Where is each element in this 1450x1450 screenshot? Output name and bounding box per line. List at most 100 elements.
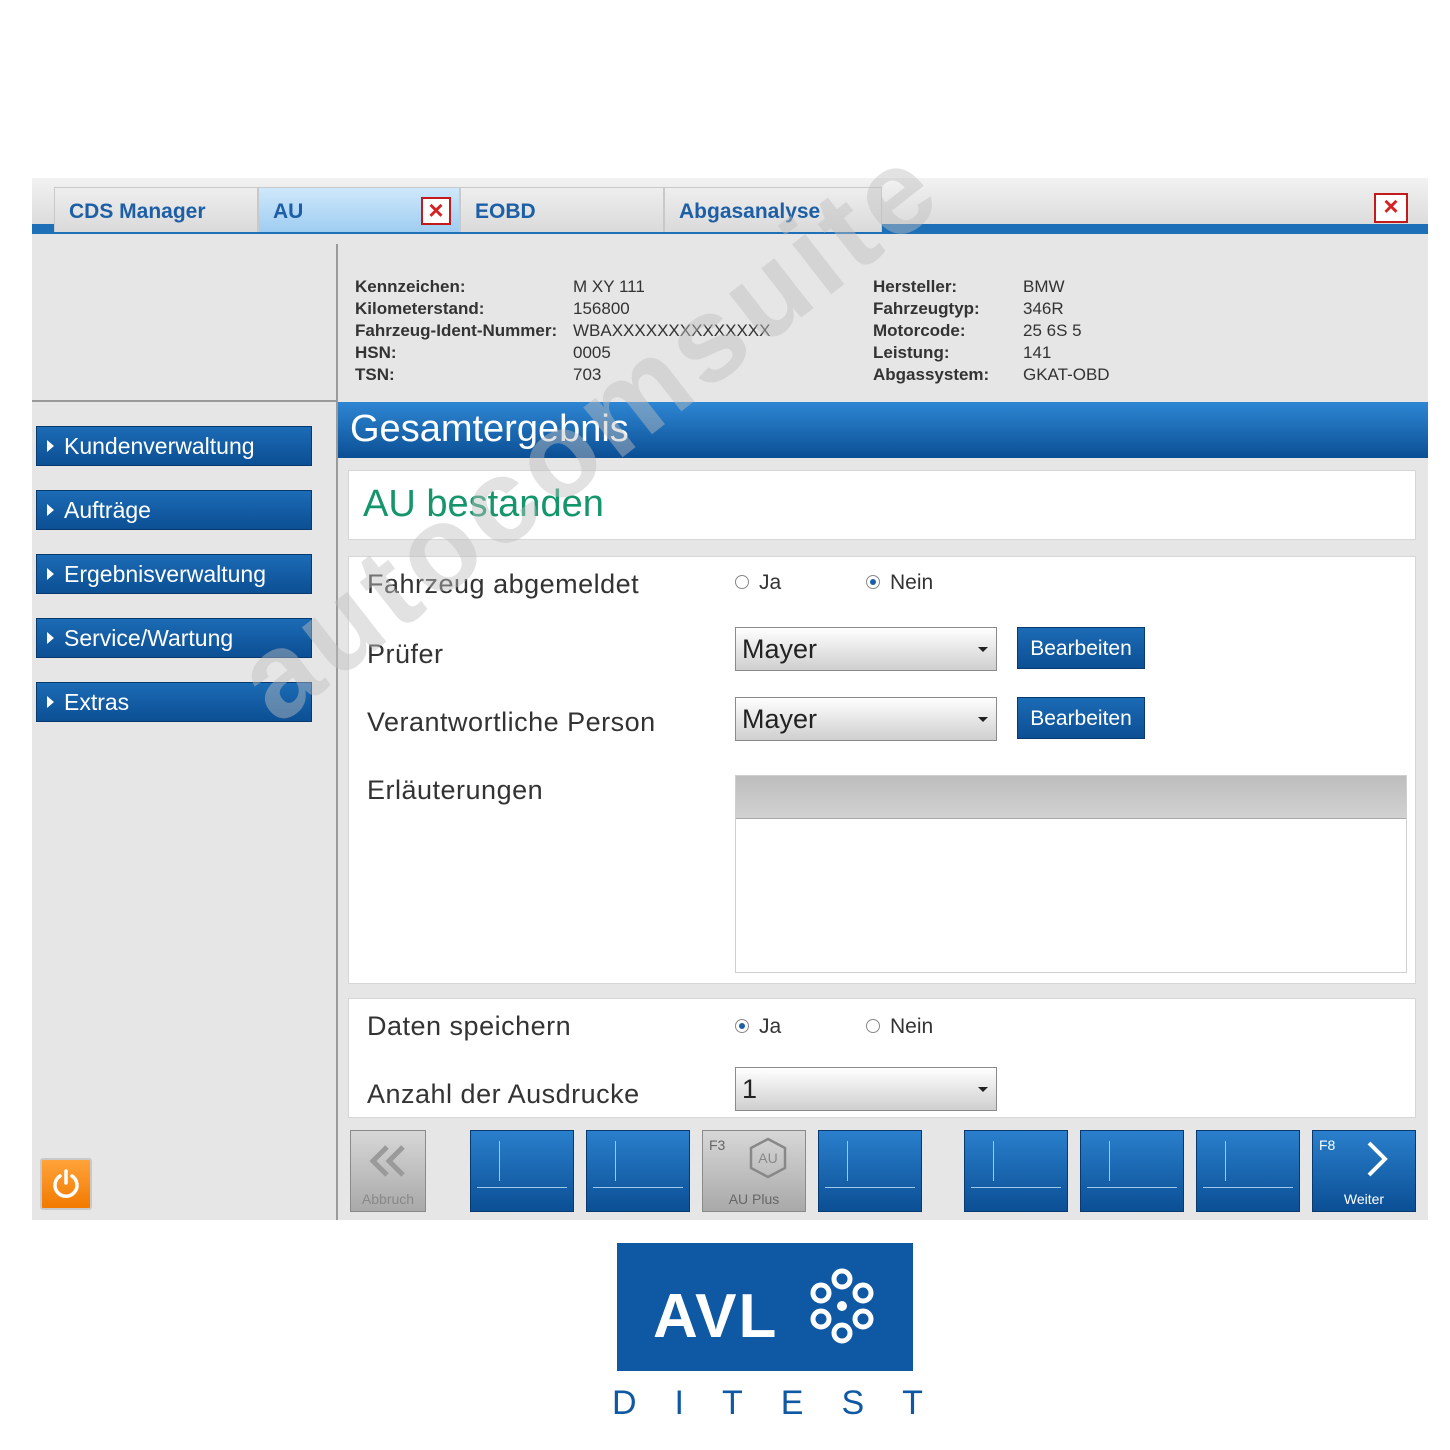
- form-panel: Fahrzeug abgemeldet Ja Nein Prüfer Mayer…: [348, 556, 1416, 984]
- fkey-button-6[interactable]: [1080, 1130, 1184, 1212]
- fkey-label-f3: F3: [709, 1137, 726, 1153]
- value-fahrzeugtyp: 346R: [1023, 299, 1064, 318]
- tab-abgasanalyse[interactable]: Abgasanalyse: [664, 187, 882, 232]
- radio-speichern-ja[interactable]: Ja: [735, 1015, 781, 1039]
- fkey-divider: [477, 1187, 567, 1188]
- au-plus-label: AU Plus: [728, 1191, 780, 1207]
- logo-emblem-icon: [810, 1268, 874, 1344]
- value-kilometerstand: 156800: [573, 299, 630, 318]
- label-motorcode: Motorcode:: [873, 321, 966, 340]
- vehicle-info-right-values: BMW 346R 25 6S 5 141 GKAT-OBD: [1023, 276, 1110, 386]
- select-value: Mayer: [742, 704, 818, 734]
- fkey-divider: [593, 1187, 683, 1188]
- radio-abgemeldet-nein[interactable]: Nein: [866, 571, 933, 595]
- chevron-down-icon: [978, 717, 988, 722]
- sidebar-item-label: Aufträge: [64, 497, 151, 523]
- save-panel: Daten speichern Ja Nein Anzahl der Ausdr…: [348, 998, 1416, 1118]
- erlaeuterungen-textarea[interactable]: [735, 775, 1407, 973]
- au-icon-text: AU: [758, 1150, 777, 1166]
- logo-tagline: DITEST: [612, 1384, 961, 1422]
- triangle-right-icon: [47, 696, 54, 708]
- sidebar-divider: [336, 244, 338, 1220]
- value-hsn: 0005: [573, 343, 611, 362]
- triangle-right-icon: [47, 440, 54, 452]
- label-kilometerstand: Kilometerstand:: [355, 299, 485, 318]
- fkey-button-4[interactable]: [818, 1130, 922, 1212]
- pruefer-edit-button[interactable]: Bearbeiten: [1017, 627, 1145, 669]
- fkey-divider: [499, 1141, 500, 1181]
- fkey-divider: [971, 1187, 1061, 1188]
- radio-off-icon: [866, 1019, 880, 1033]
- sidebar-item-auftraege[interactable]: Aufträge: [36, 490, 312, 530]
- close-tab-icon[interactable]: ×: [421, 197, 451, 225]
- sidebar-item-extras[interactable]: Extras: [36, 682, 312, 722]
- avl-logo: AVL: [617, 1243, 913, 1371]
- select-value: Mayer: [742, 634, 818, 664]
- label-tsn: TSN:: [355, 365, 395, 384]
- tab-label: EOBD: [475, 200, 536, 223]
- fkey-button-1[interactable]: [470, 1130, 574, 1212]
- sidebar-top-divider: [32, 400, 336, 402]
- sidebar-item-service-wartung[interactable]: Service/Wartung: [36, 618, 312, 658]
- chevron-down-icon: [978, 1087, 988, 1092]
- verantwortlich-select[interactable]: Mayer: [735, 697, 997, 741]
- label-daten-speichern: Daten speichern: [367, 1011, 572, 1041]
- power-button[interactable]: [40, 1158, 92, 1210]
- triangle-right-icon: [47, 504, 54, 516]
- vehicle-info-left-labels: Kennzeichen: Kilometerstand: Fahrzeug-Id…: [355, 276, 557, 386]
- label-hsn: HSN:: [355, 343, 397, 362]
- tab-cds-manager[interactable]: CDS Manager: [54, 187, 258, 232]
- label-abgassystem: Abgassystem:: [873, 365, 990, 384]
- select-value: 1: [742, 1074, 758, 1104]
- value-kennzeichen: M XY 111: [573, 277, 645, 296]
- ausdrucke-select[interactable]: 1: [735, 1067, 997, 1111]
- radio-off-icon: [735, 575, 749, 589]
- value-abgassystem: GKAT-OBD: [1023, 365, 1110, 384]
- power-icon: [53, 1169, 79, 1198]
- sidebar-item-kundenverwaltung[interactable]: Kundenverwaltung: [36, 426, 312, 466]
- label-hersteller: Hersteller:: [873, 277, 958, 296]
- radio-label: Ja: [759, 1015, 782, 1038]
- radio-abgemeldet-ja[interactable]: Ja: [735, 571, 781, 595]
- triangle-right-icon: [47, 632, 54, 644]
- tab-bar: CDS Manager AU × EOBD Abgasanalyse ×: [32, 178, 1428, 234]
- sidebar-item-label: Kundenverwaltung: [64, 433, 255, 459]
- sidebar-item-ergebnisverwaltung[interactable]: Ergebnisverwaltung: [36, 554, 312, 594]
- vehicle-info-right-labels: Hersteller: Fahrzeugtyp: Motorcode: Leis…: [873, 276, 989, 386]
- close-window-icon[interactable]: ×: [1374, 193, 1408, 223]
- page-title: Gesamtergebnis: [338, 402, 1428, 458]
- tab-eobd[interactable]: EOBD: [460, 187, 664, 232]
- pruefer-select[interactable]: Mayer: [735, 627, 997, 671]
- weiter-button[interactable]: F8 Weiter: [1312, 1130, 1416, 1212]
- fkey-divider: [1225, 1141, 1226, 1181]
- radio-label: Nein: [890, 1015, 934, 1038]
- au-hexagon-icon: AU: [749, 1137, 787, 1179]
- fkey-divider: [1087, 1187, 1177, 1188]
- label-pruefer: Prüfer: [367, 639, 444, 669]
- tab-label: AU: [273, 200, 304, 223]
- sidebar-item-label: Service/Wartung: [64, 625, 234, 651]
- fkey-label-f8: F8: [1319, 1137, 1336, 1153]
- fkey-divider: [1109, 1141, 1110, 1181]
- fkey-button-5[interactable]: [964, 1130, 1068, 1212]
- abbruch-button[interactable]: Abbruch: [350, 1130, 426, 1212]
- verantwortlich-edit-button[interactable]: Bearbeiten: [1017, 697, 1145, 739]
- textarea-toolbar: [736, 776, 1406, 819]
- tab-label: CDS Manager: [69, 200, 206, 223]
- vehicle-info-panel: Kennzeichen: Kilometerstand: Fahrzeug-Id…: [336, 244, 1428, 400]
- label-anzahl-ausdrucke: Anzahl der Ausdrucke: [367, 1079, 640, 1109]
- tab-label: Abgasanalyse: [679, 200, 821, 223]
- radio-label: Ja: [759, 571, 782, 594]
- radio-on-icon: [866, 575, 880, 589]
- sidebar-item-label: Ergebnisverwaltung: [64, 561, 267, 587]
- label-fin: Fahrzeug-Ident-Nummer:: [355, 321, 558, 340]
- fkey-button-7[interactable]: [1196, 1130, 1300, 1212]
- radio-on-icon: [735, 1019, 749, 1033]
- fkey-button-2[interactable]: [586, 1130, 690, 1212]
- chevron-right-icon: [1367, 1141, 1388, 1177]
- label-verantwortliche-person: Verantwortliche Person: [367, 707, 656, 737]
- label-fahrzeug-abgemeldet: Fahrzeug abgemeldet: [367, 569, 640, 599]
- radio-speichern-nein[interactable]: Nein: [866, 1015, 933, 1039]
- au-plus-button[interactable]: F3 AU AU Plus: [702, 1130, 806, 1212]
- tab-au[interactable]: AU ×: [258, 187, 460, 232]
